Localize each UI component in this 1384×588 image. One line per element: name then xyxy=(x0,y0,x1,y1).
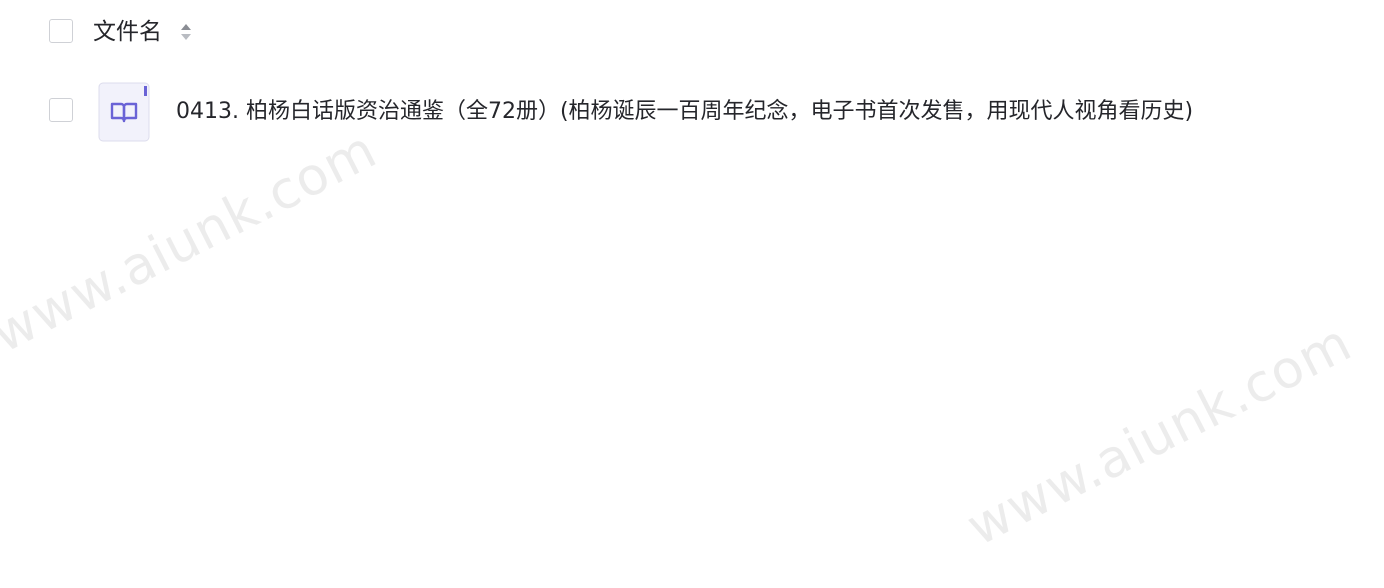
watermark-text: www.aiunk.com xyxy=(0,119,387,365)
file-list-page: 文件名 0413. 柏杨白话版资治通鉴（全72册）(柏杨诞辰一百周年纪念，电子书… xyxy=(0,0,1384,588)
watermark-text: www.aiunk.com xyxy=(957,312,1362,558)
file-name-link[interactable]: 0413. 柏杨白话版资治通鉴（全72册）(柏杨诞辰一百周年纪念，电子书首次发售… xyxy=(176,97,1266,127)
file-checkbox[interactable] xyxy=(49,98,73,122)
select-all-checkbox[interactable] xyxy=(49,19,73,43)
book-icon xyxy=(98,82,150,142)
file-list-header: 文件名 xyxy=(0,0,1384,66)
column-header-filename[interactable]: 文件名 xyxy=(93,17,162,47)
file-row[interactable]: 0413. 柏杨白话版资治通鉴（全72册）(柏杨诞辰一百周年纪念，电子书首次发售… xyxy=(0,78,1384,146)
sort-caret-icon[interactable] xyxy=(179,20,193,44)
